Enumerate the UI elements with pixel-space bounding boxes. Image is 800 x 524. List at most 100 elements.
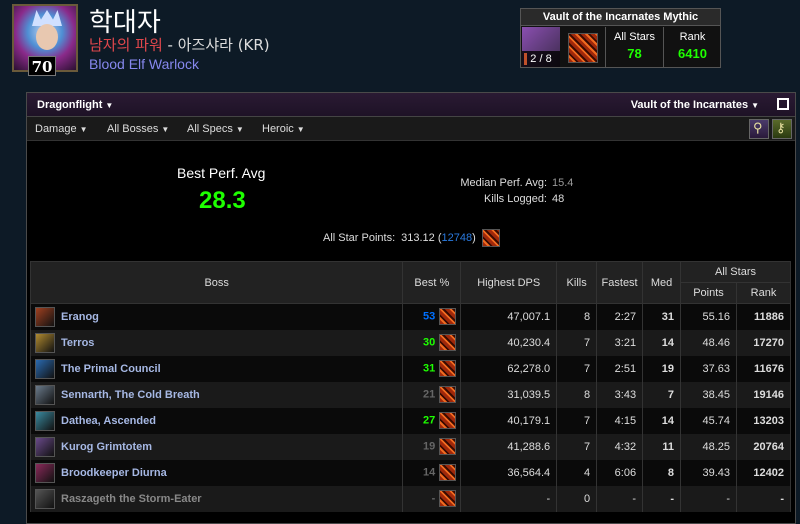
fastest-time[interactable]: 2:51 <box>596 355 644 382</box>
all-star-rank-cell: 11676 <box>735 355 792 382</box>
header-dps[interactable]: Highest DPS <box>460 261 558 304</box>
highest-dps[interactable]: 40,230.4 <box>460 329 558 356</box>
progress-bar-icon <box>524 53 527 65</box>
table-row[interactable]: Sennarth, The Cold Breath 21 31,039.5 8 3:43… <box>29 381 792 408</box>
destruction-spec-icon <box>439 490 457 507</box>
highest-dps[interactable]: 31,039.5 <box>460 381 558 408</box>
median-percent: - <box>642 485 682 512</box>
filter-bar: Damage ▼ All Bosses ▼ All Specs ▼ Heroic ▼ ⚲… <box>27 117 795 141</box>
table-row[interactable]: The Primal Council 31 62,278.0 7 2:51 19 37.63… <box>29 355 792 382</box>
zone-dropdown[interactable]: Vault of the Incarnates ▼ <box>631 93 759 118</box>
header-kills[interactable]: Kills <box>556 261 598 304</box>
boss-name-link[interactable]: The Primal Council <box>61 363 161 375</box>
header-best[interactable]: Best % <box>402 261 462 304</box>
boss-name-link[interactable]: Eranog <box>61 311 99 323</box>
metric-dropdown[interactable]: Damage ▼ <box>35 117 88 142</box>
face-graphic <box>36 24 58 50</box>
all-star-rank[interactable]: 12748 <box>442 232 473 244</box>
group-compare-button[interactable]: ⚲ <box>749 119 769 139</box>
best-percent: 31 <box>423 362 436 375</box>
fastest-time[interactable]: 6:06 <box>596 459 644 486</box>
highest-dps[interactable]: 36,564.4 <box>460 459 558 486</box>
table-row[interactable]: Dathea, Ascended 27 40,179.1 7 4:15 14 45.74 13… <box>29 407 792 434</box>
best-percent: - <box>431 492 436 505</box>
table-row[interactable]: Eranog 53 47,007.1 8 2:27 31 55.16 11886 <box>29 303 792 330</box>
expansion-dropdown[interactable]: Dragonflight ▼ <box>37 93 113 118</box>
destruction-spec-icon <box>481 229 500 247</box>
header-boss[interactable]: Boss <box>29 261 404 304</box>
performance-summary: Best Perf. Avg 28.3 Median Perf. Avg: 15.… <box>27 143 795 261</box>
table-row[interactable]: Kurog Grimtotem 19 41,288.6 7 4:32 11 48.25 207… <box>29 433 792 460</box>
best-percent: 19 <box>423 440 436 453</box>
fastest-time[interactable]: 4:32 <box>596 433 644 460</box>
fastest-time[interactable]: 4:15 <box>596 407 644 434</box>
boss-name-link[interactable]: Raszageth the Storm-Eater <box>61 493 202 505</box>
highest-dps[interactable]: 40,179.1 <box>460 407 558 434</box>
bosses-dropdown[interactable]: All Bosses ▼ <box>107 117 169 142</box>
kills-label: Kills Logged: <box>484 193 547 205</box>
highest-dps[interactable]: 47,007.1 <box>460 303 558 330</box>
rank-value: 6410 <box>678 46 707 61</box>
kills-count: 7 <box>556 355 598 382</box>
boss-icon <box>35 488 55 509</box>
fastest-time[interactable]: 3:21 <box>596 329 644 356</box>
bosses-label: All Bosses <box>107 123 159 135</box>
highest-dps[interactable]: 62,278.0 <box>460 355 558 382</box>
all-star-rank-cell: 17270 <box>735 329 792 356</box>
best-cell: 30 <box>402 329 462 356</box>
difficulty-dropdown[interactable]: Heroic ▼ <box>262 117 305 142</box>
destruction-spec-icon <box>439 386 457 403</box>
players-icon: ⚲ <box>753 120 763 135</box>
vault-summary-box: Vault of the Incarnates Mythic 2 / 8 All… <box>520 8 721 68</box>
all-star-points-cell: 45.74 <box>680 407 737 434</box>
guild-name[interactable]: 남자의 파워 <box>89 36 163 54</box>
chevron-down-icon: ▼ <box>751 101 759 110</box>
fastest-time[interactable]: - <box>596 485 644 512</box>
zone-label: Vault of the Incarnates <box>630 99 749 111</box>
kills-count: 7 <box>556 329 598 356</box>
highest-dps[interactable]: 41,288.6 <box>460 433 558 460</box>
table-row[interactable]: Terros 30 40,230.4 7 3:21 14 48.46 17270 <box>29 329 792 356</box>
table-row[interactable]: Raszageth the Storm-Eater - -0- - - - <box>29 485 792 512</box>
all-star-points-cell: 37.63 <box>680 355 737 382</box>
fastest-time[interactable]: 2:27 <box>596 303 644 330</box>
best-cell: 21 <box>402 381 462 408</box>
vault-progress-text: 2 / 8 <box>530 53 552 65</box>
header-rank[interactable]: Rank <box>735 282 792 304</box>
header-fastest[interactable]: Fastest <box>596 261 644 304</box>
boss-name-link[interactable]: Broodkeeper Diurna <box>61 467 167 479</box>
boss-name-link[interactable]: Kurog Grimtotem <box>61 441 152 453</box>
header-med[interactable]: Med <box>642 261 682 304</box>
all-star-points-cell: 48.46 <box>680 329 737 356</box>
vault-title: Vault of the Incarnates Mythic <box>521 9 720 26</box>
table-row[interactable]: Broodkeeper Diurna 14 36,564.4 4 6:06 8 39.43 1… <box>29 459 792 486</box>
best-cell: 27 <box>402 407 462 434</box>
boss-icon <box>35 436 55 457</box>
boss-icon <box>35 332 55 353</box>
destruction-spec-icon <box>568 33 598 63</box>
boss-name-link[interactable]: Sennarth, The Cold Breath <box>61 389 200 401</box>
boss-icon <box>35 462 55 483</box>
boss-name-link[interactable]: Dathea, Ascended <box>61 415 156 427</box>
specs-dropdown[interactable]: All Specs ▼ <box>187 117 244 142</box>
boss-icon <box>35 358 55 379</box>
highest-dps[interactable]: - <box>460 485 558 512</box>
all-star-points-cell: 48.25 <box>680 433 737 460</box>
destruction-spec-icon <box>439 360 457 377</box>
all-star-rank-cell: 13203 <box>735 407 792 434</box>
header-points[interactable]: Points <box>680 282 737 304</box>
key-button[interactable]: ⚷ <box>772 119 792 139</box>
all-stars-value: 78 <box>627 46 642 61</box>
best-percent: 27 <box>423 414 436 427</box>
specs-label: All Specs <box>187 123 233 135</box>
best-percent: 21 <box>423 388 436 401</box>
character-avatar[interactable]: 70 <box>12 4 78 76</box>
expand-icon[interactable] <box>777 98 789 110</box>
fastest-time[interactable]: 3:43 <box>596 381 644 408</box>
chevron-down-icon: ▼ <box>296 125 305 134</box>
boss-name-link[interactable]: Terros <box>61 337 94 349</box>
median-value: 15.4 <box>552 177 574 189</box>
median-percent: 31 <box>642 303 682 330</box>
boss-cell: Kurog Grimtotem <box>29 433 404 460</box>
destruction-spec-icon <box>439 464 457 481</box>
